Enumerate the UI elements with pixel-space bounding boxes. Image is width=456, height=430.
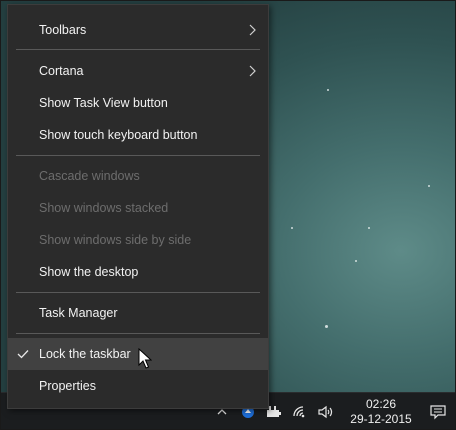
menu-item-toolbars[interactable]: Toolbars (8, 14, 268, 46)
clock-date: 29-12-2015 (350, 411, 412, 426)
menu-separator (16, 292, 260, 293)
star (291, 227, 293, 229)
action-center-button[interactable] (421, 393, 455, 429)
taskbar-clock[interactable]: 02:26 29-12-2015 (341, 397, 421, 427)
menu-item-cascade-windows: Cascade windows (8, 160, 268, 192)
menu-item-label: Show touch keyboard button (39, 128, 198, 142)
menu-item-label: Toolbars (39, 23, 87, 37)
star (428, 185, 430, 187)
menu-item-label: Task Manager (39, 306, 118, 320)
menu-item-cortana[interactable]: Cortana (8, 55, 268, 87)
menu-item-label: Show the desktop (39, 265, 139, 279)
menu-separator (16, 333, 260, 334)
star (355, 260, 357, 262)
menu-item-label: Lock the taskbar (39, 347, 131, 361)
menu-item-task-manager[interactable]: Task Manager (8, 297, 268, 329)
chevron-right-icon (249, 65, 256, 77)
volume-icon[interactable] (315, 401, 337, 423)
star (327, 89, 329, 91)
mouse-cursor-icon (138, 348, 152, 369)
menu-item-show-desktop[interactable]: Show the desktop (8, 256, 268, 288)
menu-item-label: Show Task View button (39, 96, 168, 110)
menu-item-windows-side-by-side: Show windows side by side (8, 224, 268, 256)
star (368, 227, 370, 229)
menu-item-label: Cortana (39, 64, 84, 78)
checkmark-icon (17, 350, 29, 359)
screen: 02:26 29-12-2015 Toolbars Cortana Show T… (0, 0, 456, 430)
menu-item-show-touch-keyboard[interactable]: Show touch keyboard button (8, 119, 268, 151)
clock-time: 02:26 (365, 396, 397, 411)
action-center-icon (430, 404, 446, 419)
wifi-icon[interactable] (289, 401, 311, 423)
menu-item-label: Properties (39, 379, 96, 393)
menu-item-properties[interactable]: Properties (8, 370, 268, 402)
chevron-right-icon (249, 24, 256, 36)
menu-separator (16, 155, 260, 156)
star (325, 325, 328, 328)
menu-item-label: Cascade windows (39, 169, 140, 183)
menu-item-label: Show windows side by side (39, 233, 192, 247)
menu-separator (16, 49, 260, 50)
menu-item-windows-stacked: Show windows stacked (8, 192, 268, 224)
menu-item-label: Show windows stacked (39, 201, 169, 215)
menu-item-show-task-view[interactable]: Show Task View button (8, 87, 268, 119)
